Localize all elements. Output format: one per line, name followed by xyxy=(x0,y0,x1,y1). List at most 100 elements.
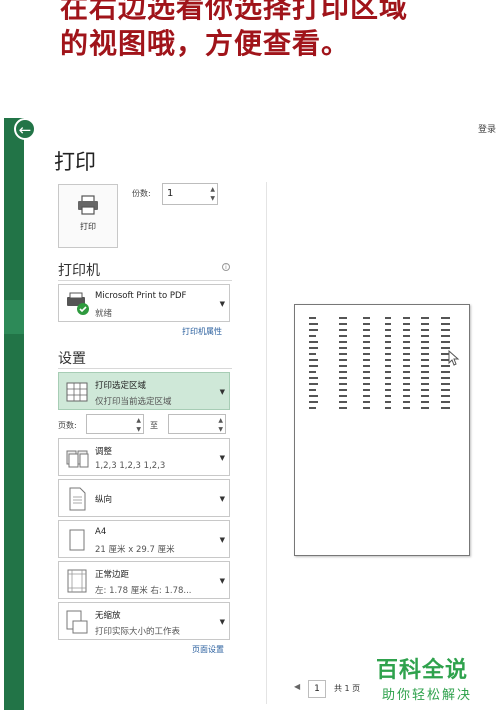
preview-cell xyxy=(309,329,318,331)
preview-page-input[interactable]: 1 xyxy=(308,680,326,698)
preview-cell xyxy=(441,395,450,397)
preview-cell xyxy=(363,341,370,343)
preview-cell xyxy=(339,341,347,343)
preview-cell xyxy=(339,395,347,397)
preview-cell xyxy=(403,317,410,319)
preview-cell xyxy=(309,395,318,397)
preview-cell xyxy=(339,389,347,391)
preview-sheet-content xyxy=(309,317,450,409)
preview-cell xyxy=(309,371,316,373)
preview-cell xyxy=(309,317,316,319)
printer-properties-link[interactable]: 打印机属性 xyxy=(182,326,222,337)
preview-cell xyxy=(421,383,429,385)
preview-cell xyxy=(339,365,347,367)
back-arrow-icon[interactable]: ← xyxy=(14,118,36,140)
preview-cell xyxy=(421,353,429,355)
printer-name: Microsoft Print to PDF xyxy=(95,291,187,301)
printer-icon xyxy=(78,195,98,215)
print-area-dropdown[interactable]: 打印选定区域 仅打印当前选定区域 ▼ xyxy=(58,372,230,410)
chevron-down-icon: ▼ xyxy=(219,454,225,462)
preview-cell xyxy=(385,335,391,337)
print-button[interactable]: 打印 xyxy=(58,184,118,248)
watermark-logo: 百科全说 助你轻松解决 xyxy=(370,650,496,710)
preview-cell xyxy=(363,365,370,367)
preview-cell xyxy=(309,347,318,349)
preview-cell xyxy=(363,317,370,319)
preview-cell xyxy=(339,329,347,331)
preview-cell xyxy=(421,395,429,397)
margins-main: 正常边距 xyxy=(95,570,130,580)
selection-grid-icon xyxy=(66,382,88,402)
preview-page-total: 共 1 页 xyxy=(334,684,361,693)
login-link[interactable]: 登录 xyxy=(478,122,496,135)
mouse-cursor-icon xyxy=(448,350,460,366)
preview-cell xyxy=(403,341,410,343)
preview-cell xyxy=(421,407,429,409)
preview-cell xyxy=(385,365,391,367)
scaling-dropdown[interactable]: 无缩放 打印实际大小的工作表 ▼ xyxy=(58,602,230,640)
backstage-print-view: ← 登录 打印 打印 份数: 1 ▲ ▼ 打印机 i Microsoft Prin… xyxy=(0,118,500,714)
paper-size-dropdown[interactable]: A4 21 厘米 x 29.7 厘米 ▼ xyxy=(58,520,230,558)
copies-value: 1 xyxy=(167,188,174,199)
preview-cell xyxy=(403,323,410,325)
preview-cell xyxy=(385,317,391,319)
orientation-main: 纵向 xyxy=(95,495,113,505)
preview-cell xyxy=(403,401,410,403)
orientation-dropdown[interactable]: 纵向 ▼ xyxy=(58,479,230,517)
preview-cell xyxy=(363,353,370,355)
preview-cell xyxy=(385,329,391,331)
previous-page-icon[interactable]: ◀ xyxy=(294,682,300,691)
preview-cell xyxy=(309,401,318,403)
pages-from-input[interactable]: ▲ ▼ xyxy=(86,414,144,434)
preview-cell xyxy=(339,407,347,409)
preview-cell xyxy=(385,347,391,349)
pages-to-stepper[interactable]: ▲ ▼ xyxy=(218,416,223,434)
video-caption: 在右边选看你选择打印区域 的视图哦，方便查看。 xyxy=(0,0,500,120)
preview-cell xyxy=(385,395,391,397)
preview-cell xyxy=(339,323,347,325)
preview-cell xyxy=(385,389,391,391)
printer-dropdown[interactable]: Microsoft Print to PDF 就绪 ▼ xyxy=(58,284,230,322)
preview-cell xyxy=(363,323,370,325)
margins-sub: 左: 1.78 厘米 右: 1.78... xyxy=(95,586,192,596)
preview-cell xyxy=(403,365,410,367)
preview-cell xyxy=(339,335,347,337)
preview-cell xyxy=(363,395,370,397)
preview-cell xyxy=(363,377,370,379)
printer-section-rule xyxy=(58,280,232,281)
info-icon[interactable]: i xyxy=(222,263,230,271)
collate-dropdown[interactable]: 调整 1,2,3 1,2,3 1,2,3 ▼ xyxy=(58,438,230,476)
copies-label: 份数: xyxy=(132,189,151,198)
pages-from-stepper[interactable]: ▲ ▼ xyxy=(136,416,141,434)
preview-cell xyxy=(309,365,318,367)
preview-cell xyxy=(363,389,370,391)
preview-cell xyxy=(421,323,429,325)
preview-cell xyxy=(363,335,370,337)
preview-cell xyxy=(441,371,450,373)
preview-cell xyxy=(385,323,391,325)
no-scaling-icon xyxy=(66,610,88,634)
copies-input[interactable]: 1 ▲ ▼ xyxy=(162,183,218,205)
page-setup-link[interactable]: 页面设置 xyxy=(192,644,224,655)
collate-sub: 1,2,3 1,2,3 1,2,3 xyxy=(95,461,166,471)
preview-cell xyxy=(363,359,370,361)
print-area-main: 打印选定区域 xyxy=(95,381,147,391)
preview-cell xyxy=(363,383,370,385)
margins-dropdown[interactable]: 正常边距 左: 1.78 厘米 右: 1.78... ▼ xyxy=(58,561,230,599)
preview-cell xyxy=(385,407,391,409)
preview-cell xyxy=(421,359,429,361)
preview-cell xyxy=(441,377,450,379)
pages-to-input[interactable]: ▲ ▼ xyxy=(168,414,226,434)
preview-cell xyxy=(385,341,391,343)
preview-cell xyxy=(339,383,347,385)
scaling-main: 无缩放 xyxy=(95,611,121,621)
preview-cell xyxy=(309,383,318,385)
preview-cell xyxy=(421,347,429,349)
print-preview-page xyxy=(294,304,470,556)
copies-stepper[interactable]: ▲ ▼ xyxy=(210,185,215,203)
preview-cell xyxy=(403,389,410,391)
preview-cell xyxy=(309,353,316,355)
preview-cell xyxy=(421,365,429,367)
preview-cell xyxy=(403,371,410,373)
watermark-slogan: 助你轻松解决 xyxy=(382,688,473,703)
